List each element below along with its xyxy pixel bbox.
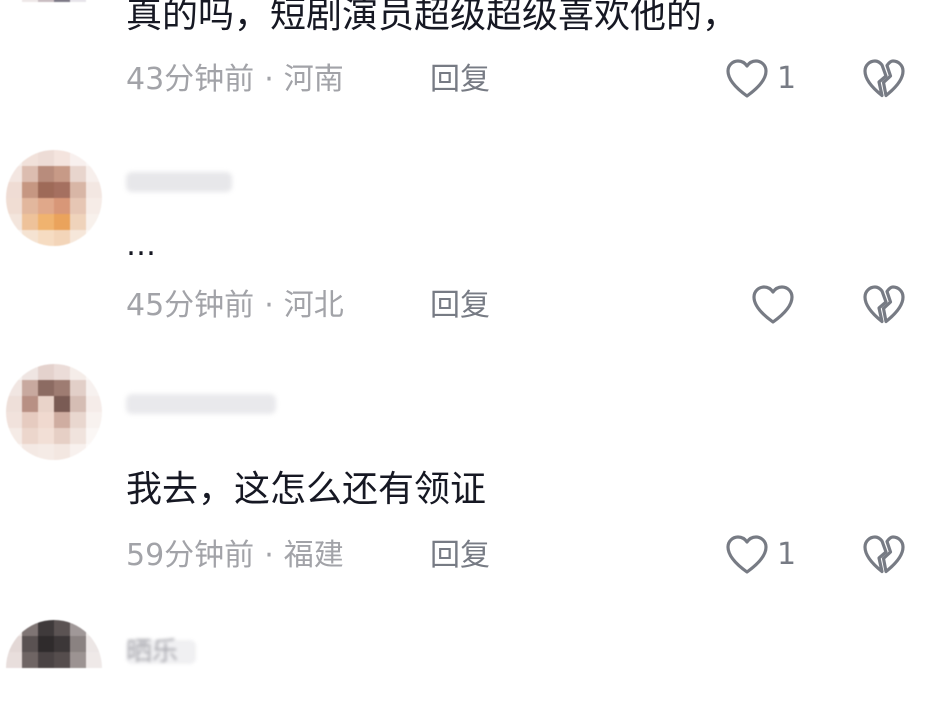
heart-outline-icon [751,284,795,326]
comment-time: 59分钟前 [126,538,255,573]
reply-button[interactable]: 回复 [430,288,490,324]
like-button[interactable] [751,284,803,326]
comment-text: 我去，这怎么还有领证 [126,469,487,510]
comment-meta: 43分钟前 · 河南 [126,62,344,98]
comment-time: 45分钟前 [126,288,255,323]
avatar[interactable] [6,364,102,460]
username[interactable]: 晒乐 [126,639,196,665]
meta-separator: · [264,538,274,573]
broken-heart-icon [862,534,906,576]
dislike-button[interactable] [862,284,906,326]
comment-time: 43分钟前 [126,62,255,97]
meta-separator: · [264,288,274,323]
reply-button[interactable]: 回复 [430,62,490,98]
meta-separator: · [264,62,274,97]
broken-heart-icon [862,284,906,326]
comment-text: 真的吗，短剧演员超级超级喜欢他的， [126,0,739,36]
like-button[interactable]: 1 [725,58,796,100]
comment-location: 福建 [283,538,344,573]
avatar[interactable] [6,0,102,18]
comment-location: 河南 [283,62,344,97]
like-count: 1 [777,537,797,572]
comment-meta: 59分钟前 · 福建 [126,538,344,574]
username[interactable] [126,172,232,192]
comment-text: … [126,228,156,263]
reply-button[interactable]: 回复 [430,538,490,574]
heart-outline-icon [725,534,769,576]
comment-location: 河北 [283,288,344,323]
like-button[interactable]: 1 [725,534,796,576]
username[interactable] [126,394,276,414]
comment-meta: 45分钟前 · 河北 [126,288,344,324]
dislike-button[interactable] [862,58,906,100]
avatar[interactable] [6,150,102,246]
dislike-button[interactable] [862,534,906,576]
broken-heart-icon [862,58,906,100]
like-count: 1 [777,61,797,96]
avatar[interactable] [6,620,102,716]
heart-outline-icon [725,58,769,100]
